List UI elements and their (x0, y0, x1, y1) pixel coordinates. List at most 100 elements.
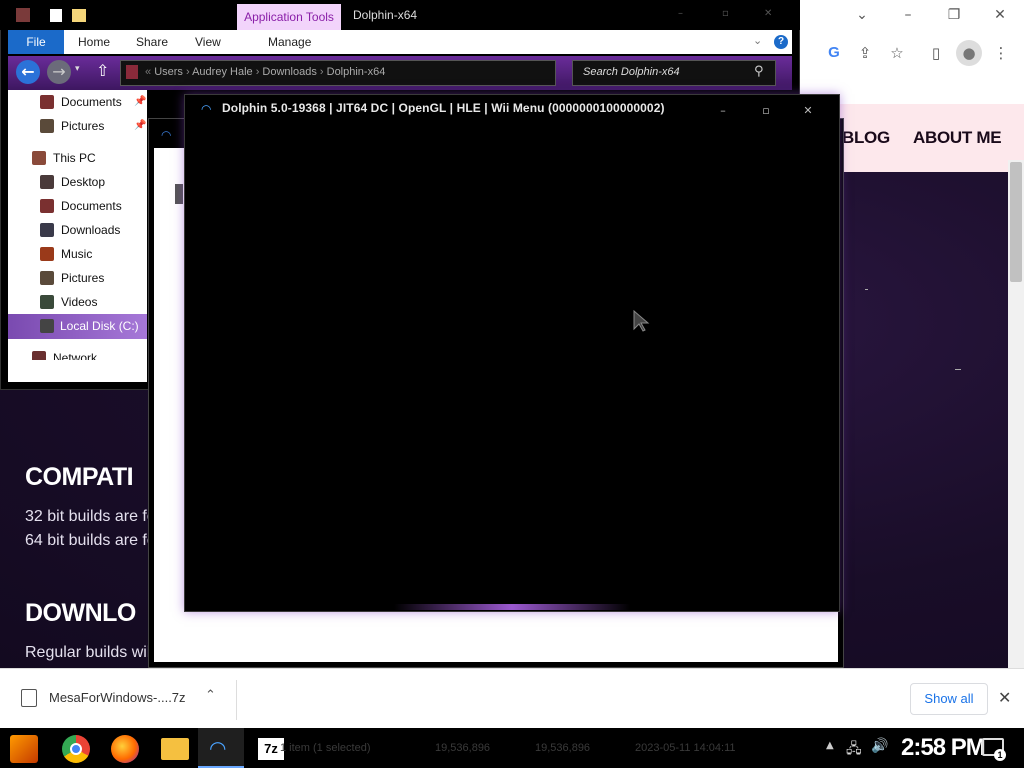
game-render-area[interactable] (191, 125, 833, 604)
desktop-icon (40, 175, 54, 189)
mouse-cursor-icon (633, 309, 650, 332)
menu-kebab-icon[interactable]: ⋮ (988, 40, 1014, 66)
nav-item-local-disk[interactable]: Local Disk (C:) (8, 314, 147, 339)
breadcrumb-downloads[interactable]: Downloads (262, 66, 316, 78)
star-decoration (865, 289, 868, 290)
nav-item-documents-pinned[interactable]: Documents 📌 (8, 90, 147, 114)
scrollbar-thumb[interactable] (1010, 162, 1022, 282)
nav-item-label: Pictures (61, 271, 105, 285)
help-icon[interactable]: ? (774, 35, 788, 49)
nav-item-label: Local Disk (C:) (60, 319, 139, 333)
breadcrumb-users[interactable]: Users (154, 66, 183, 78)
nav-item-pictures[interactable]: Pictures (8, 266, 147, 290)
nav-item-label: Pictures (61, 119, 105, 133)
download-heading: DOWNLO (25, 599, 136, 627)
documents-icon (40, 199, 54, 213)
nav-about-link[interactable]: ABOUT ME (913, 128, 1002, 148)
pictures-icon (40, 271, 54, 285)
compat-line-1: 32 bit builds are fo (25, 508, 156, 525)
properties-icon[interactable] (50, 9, 62, 22)
nav-item-documents[interactable]: Documents (8, 194, 147, 218)
maximize-icon[interactable]: ▫ (722, 8, 729, 19)
tab-share[interactable]: Share (136, 30, 168, 54)
forward-arrow-icon[interactable]: → (47, 60, 71, 84)
tab-home[interactable]: Home (78, 30, 110, 54)
maximize-icon[interactable]: ▫ (746, 100, 786, 122)
nav-item-videos[interactable]: Videos (8, 290, 147, 314)
archive-file-icon (21, 689, 37, 707)
tab-list-icon[interactable]: ⌄ (842, 4, 882, 26)
taskbar-clock[interactable]: 2:58 PM (901, 734, 986, 762)
up-arrow-icon[interactable]: ⇧ (96, 61, 109, 80)
nav-item-label: Documents (61, 95, 122, 109)
network-icon (32, 351, 46, 360)
status-date: 2023-05-11 14:04:11 (635, 742, 736, 754)
close-icon[interactable]: ✕ (980, 4, 1020, 26)
pc-icon (32, 151, 46, 165)
tab-file[interactable]: File (8, 30, 64, 54)
dolphin-logo-icon: ◠ (161, 128, 172, 142)
nav-item-this-pc[interactable]: This PC (8, 146, 147, 170)
minimize-icon[interactable]: – (888, 4, 928, 26)
download-file-name[interactable]: MesaForWindows-....7z (49, 690, 186, 705)
close-icon[interactable]: ✕ (788, 100, 828, 122)
volume-icon[interactable]: 🔊 (871, 738, 888, 754)
nav-item-label: This PC (53, 151, 96, 165)
breadcrumb-dolphin[interactable]: Dolphin-x64 (327, 66, 386, 78)
nav-item-pictures-pinned[interactable]: Pictures 📌 (8, 114, 147, 138)
chevron-up-icon[interactable]: ⌃ (205, 688, 216, 703)
star-decoration (955, 369, 961, 370)
nav-item-label: Videos (61, 295, 98, 309)
profile-avatar-icon[interactable]: ● (956, 40, 982, 66)
status-selected: 1 item (1 selected) (280, 742, 371, 754)
application-tools-tab[interactable]: Application Tools (237, 4, 341, 30)
back-arrow-icon[interactable]: ← (16, 60, 40, 84)
dolphin-logo-icon: ◠ (201, 102, 212, 116)
documents-icon (40, 95, 54, 109)
status-size: 19,536,896 (535, 742, 591, 754)
compat-line-2: 64 bit builds are fo (25, 532, 156, 549)
nav-item-label: Music (61, 247, 93, 261)
nav-blog-link[interactable]: BLOG (842, 128, 890, 148)
search-icon[interactable]: ⚲ (754, 64, 764, 79)
status-size: 19,536,896 (435, 742, 491, 754)
nav-item-downloads[interactable]: Downloads (8, 218, 147, 242)
close-download-bar-icon[interactable]: ✕ (998, 688, 1011, 707)
bookmark-star-icon[interactable]: ☆ (884, 40, 910, 66)
chrome-center-icon (70, 743, 82, 755)
show-all-button[interactable]: Show all (910, 683, 988, 715)
side-panel-icon[interactable]: ▯ (923, 40, 949, 66)
nav-item-network[interactable]: Network (8, 346, 147, 360)
downloads-icon (40, 223, 54, 237)
network-tray-icon[interactable]: 🖧 (846, 738, 862, 762)
google-icon[interactable]: G (821, 40, 847, 66)
nav-item-music[interactable]: Music (8, 242, 147, 266)
minimize-icon[interactable]: – (703, 100, 743, 122)
nav-item-label: Documents (61, 199, 122, 213)
nav-item-desktop[interactable]: Desktop (8, 170, 147, 194)
ribbon-bar (8, 30, 792, 54)
close-icon[interactable]: ✕ (764, 8, 772, 19)
nav-item-label: Desktop (61, 175, 106, 189)
dolphin-window-title: Dolphin 5.0-19368 | JIT64 DC | OpenGL | … (222, 101, 665, 115)
start-icon[interactable] (10, 735, 38, 763)
tab-manage[interactable]: Manage (268, 30, 311, 54)
disk-icon (40, 319, 54, 333)
explorer-status-bar: 1 item (1 selected) 19,536,896 19,536,89… (240, 730, 780, 766)
firefox-icon[interactable] (111, 735, 139, 763)
restore-icon[interactable]: ❐ (934, 4, 974, 26)
chevron-down-icon[interactable]: ⌄ (753, 34, 762, 47)
tray-overflow-icon[interactable]: ▲ (826, 740, 834, 751)
explorer-app-icon (16, 8, 30, 22)
search-placeholder: Search Dolphin-x64 (583, 66, 680, 78)
file-explorer-icon[interactable] (161, 738, 189, 760)
tab-view[interactable]: View (195, 30, 221, 54)
notification-count-badge: 1 (994, 749, 1006, 761)
music-icon (40, 247, 54, 261)
pin-icon: 📌 (134, 120, 147, 131)
breadcrumb-user[interactable]: Audrey Hale (192, 66, 253, 78)
share-icon[interactable]: ⇪ (852, 40, 878, 66)
new-folder-icon[interactable] (72, 9, 86, 22)
minimize-icon[interactable]: – (678, 8, 683, 19)
recent-locations-icon[interactable]: ▾ (75, 64, 80, 74)
